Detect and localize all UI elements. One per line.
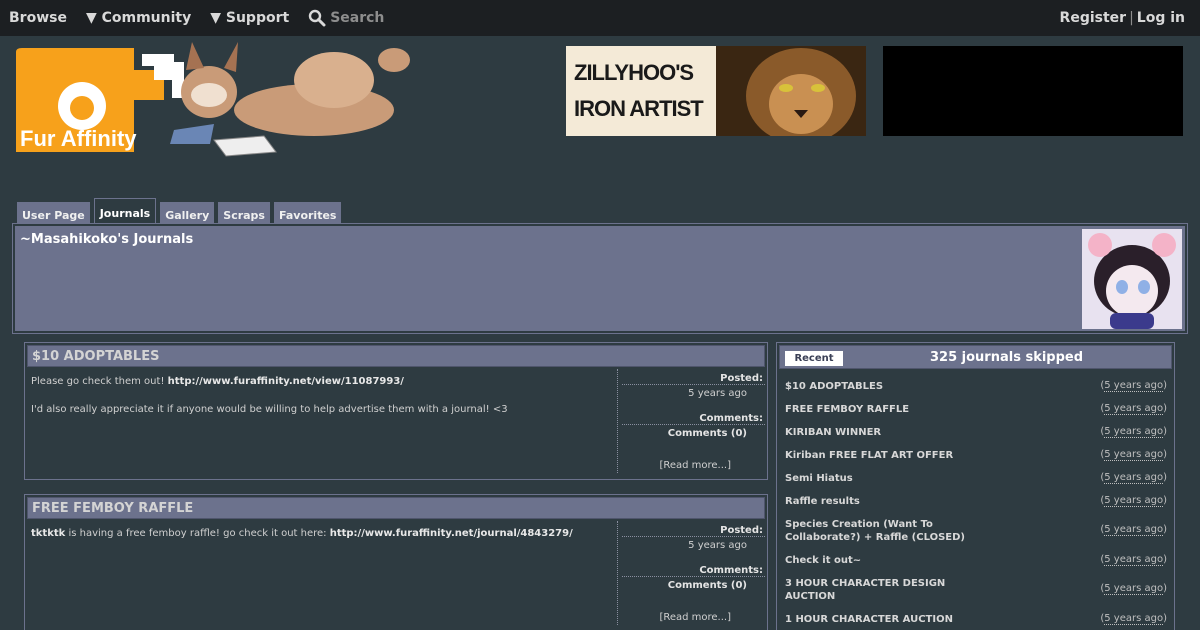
logo-text: Fur Affinity <box>20 126 137 151</box>
list-item-age: (5 years ago) <box>1100 613 1167 625</box>
ad-banner-blank[interactable] <box>883 46 1183 136</box>
banner-line-2: IRON ARTIST <box>574 96 704 121</box>
journal-text-part-2: I'd also really appreciate it if anyone … <box>31 404 508 415</box>
posted-label: Posted: <box>622 373 765 385</box>
login-link[interactable]: Log in <box>1137 10 1185 26</box>
journal-text-part: Please go check them out! <box>31 376 168 387</box>
comments-link[interactable]: Comments (0) <box>618 428 765 439</box>
journal-meta: Posted: 5 years ago Comments: Comments (… <box>617 521 765 625</box>
ad-banner-iron-artist[interactable]: ZILLYHOO'S IRON ARTIST <box>566 46 866 136</box>
posted-date: 5 years ago <box>688 388 747 399</box>
journal-entry: $10 ADOPTABLES Please go check them out!… <box>24 342 768 480</box>
journal-title[interactable]: $10 ADOPTABLES <box>27 345 765 367</box>
nav-community[interactable]: ▼ Community <box>86 10 191 26</box>
posted-label: Posted: <box>622 525 765 537</box>
list-item-title[interactable]: Raffle results <box>785 495 985 508</box>
list-item-title[interactable]: 1 HOUR CHARACTER AUCTION <box>785 613 985 626</box>
comments-label: Comments: <box>622 413 765 425</box>
nav-search[interactable]: Search <box>308 9 384 27</box>
posted-date: 5 years ago <box>688 540 747 551</box>
journal-text: Please go check them out! http://www.fur… <box>31 375 611 431</box>
nav-support[interactable]: ▼ Support <box>210 10 289 26</box>
journal-title[interactable]: FREE FEMBOY RAFFLE <box>27 497 765 519</box>
top-nav-bar: Browse ▼ Community ▼ Support Search Regi… <box>0 0 1200 36</box>
list-item-title[interactable]: Check it out~ <box>785 554 985 567</box>
site-logo[interactable]: Fur Affinity <box>14 40 424 160</box>
tab-recent[interactable]: Recent <box>785 351 843 366</box>
list-item-title[interactable]: Species Creation (Want To Collaborate?) … <box>785 518 985 544</box>
list-item-age: (5 years ago) <box>1100 380 1167 392</box>
page-title: ~Masahikoko's Journals <box>20 232 194 247</box>
journal-link[interactable]: http://www.furaffinity.net/view/11087993… <box>168 376 404 387</box>
journal-entry: FREE FEMBOY RAFFLE tktktk is having a fr… <box>24 494 768 630</box>
comments-link[interactable]: Comments (0) <box>618 580 765 591</box>
journal-text: tktktk is having a free femboy raffle! g… <box>31 527 611 555</box>
list-item-title[interactable]: $10 ADOPTABLES <box>785 380 985 393</box>
recent-journals-sidebar: Recent 325 journals skipped $10 ADOPTABL… <box>776 342 1175 630</box>
register-link[interactable]: Register <box>1060 10 1127 26</box>
list-item-age: (5 years ago) <box>1100 449 1167 461</box>
list-item-age: (5 years ago) <box>1100 403 1167 415</box>
comments-label: Comments: <box>622 565 765 577</box>
read-more-link[interactable]: [Read more...] <box>659 612 731 623</box>
journals-skipped-count: 325 journals skipped <box>930 350 1084 365</box>
list-item-age: (5 years ago) <box>1100 472 1167 484</box>
avatar[interactable] <box>1082 229 1182 329</box>
list-item-title[interactable]: Kiriban FREE FLAT ART OFFER <box>785 449 985 462</box>
auth-links: Register | Log in <box>1060 10 1185 26</box>
list-item-age: (5 years ago) <box>1100 426 1167 438</box>
search-icon <box>308 9 326 27</box>
list-item-title[interactable]: FREE FEMBOY RAFFLE <box>785 403 985 416</box>
list-item-age: (5 years ago) <box>1100 554 1167 566</box>
list-item-title[interactable]: 3 HOUR CHARACTER DESIGN AUCTION <box>785 577 985 603</box>
search-label: Search <box>330 10 385 26</box>
avatar-icon <box>1082 229 1182 329</box>
nav-browse[interactable]: Browse <box>9 10 67 26</box>
auth-separator: | <box>1129 10 1134 26</box>
list-item-age: (5 years ago) <box>1100 495 1167 507</box>
journal-user-link[interactable]: tktktk <box>31 528 65 539</box>
journals-header: ~Masahikoko's Journals <box>12 223 1188 334</box>
list-item-title[interactable]: Semi Hiatus <box>785 472 985 485</box>
lion-art-icon <box>716 46 866 136</box>
read-more-link[interactable]: [Read more...] <box>659 460 731 471</box>
journal-text-part: is having a free femboy raffle! go check… <box>65 528 330 539</box>
banner-line-1: ZILLYHOO'S <box>574 60 694 85</box>
journal-link[interactable]: http://www.furaffinity.net/journal/48432… <box>330 528 573 539</box>
journal-meta: Posted: 5 years ago Comments: Comments (… <box>617 369 765 473</box>
list-item-age: (5 years ago) <box>1100 524 1167 536</box>
list-item-title[interactable]: KIRIBAN WINNER <box>785 426 985 439</box>
list-item-age: (5 years ago) <box>1100 583 1167 595</box>
